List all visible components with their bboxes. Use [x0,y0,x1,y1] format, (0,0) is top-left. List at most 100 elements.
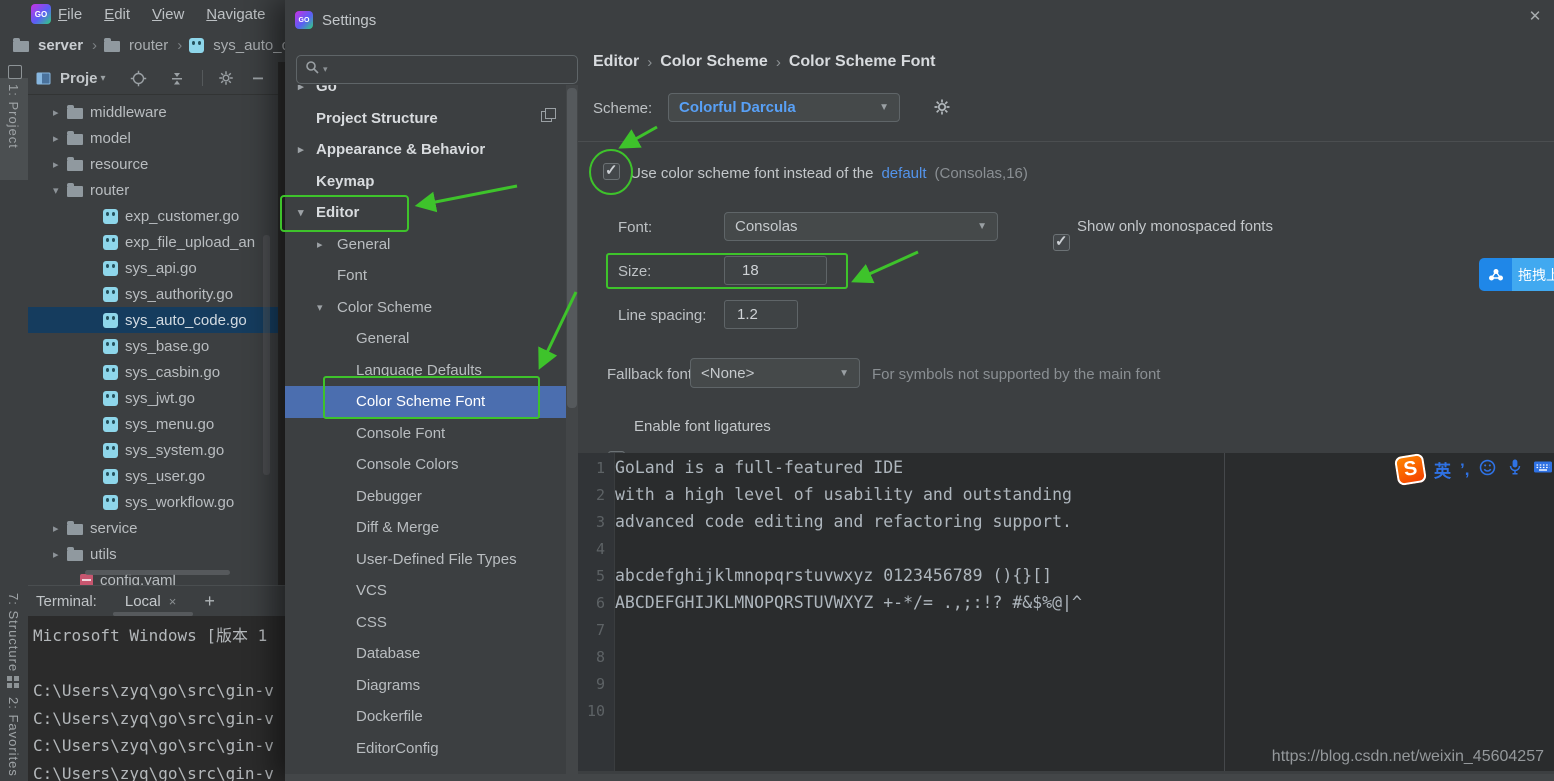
project-tree-item[interactable]: sys_casbin.go [28,359,278,385]
tool-stripe-favorites[interactable]: 2: Favorites [6,697,21,777]
fallback-font-select[interactable]: <None> ▼ [690,358,860,388]
gear-icon[interactable] [215,67,237,89]
chevron-right-icon[interactable]: ▸ [53,158,67,171]
settings-tree-scrollbar-thumb[interactable] [567,88,577,408]
project-tree-item[interactable]: sys_api.go [28,255,278,281]
settings-tree-item-css[interactable]: CSS [285,607,578,639]
font-preview-area[interactable]: 1GoLand is a full-featured IDE2with a hi… [578,453,1554,771]
default-link[interactable]: default [881,165,926,182]
keyboard-icon[interactable] [1533,459,1553,480]
ime-punctuation-icon[interactable]: ’, [1460,460,1469,480]
settings-tree-item-console-font[interactable]: Console Font [285,418,578,450]
settings-tree-item-diff-merge[interactable]: Diff & Merge [285,512,578,544]
folder-icon [67,550,83,561]
settings-tree-item-color-scheme-font[interactable]: Color Scheme Font [285,386,578,418]
settings-tree-item-vcs[interactable]: VCS [285,575,578,607]
settings-tree-item-appearance-behavior[interactable]: ▸Appearance & Behavior [285,134,578,166]
goland-logo-icon: GO [31,4,51,24]
breadcrumb-item[interactable]: router [129,37,168,54]
settings-tree-item-console-colors[interactable]: Console Colors [285,449,578,481]
project-tree-item[interactable]: ▸model [28,125,278,151]
chevron-right-icon[interactable]: ▸ [53,522,67,535]
settings-tree-item-editorconfig[interactable]: EditorConfig [285,733,578,765]
project-tree-item[interactable]: sys_base.go [28,333,278,359]
vertical-scrollbar[interactable] [263,235,270,475]
settings-tree-item-keymap[interactable]: Keymap [285,166,578,198]
project-tree-item[interactable]: sys_system.go [28,437,278,463]
collapse-all-icon[interactable] [166,67,188,89]
settings-tree-item-color-scheme[interactable]: ▾Color Scheme [285,292,578,324]
project-tree-item[interactable]: ▸utils [28,541,278,567]
settings-tree-item-language-defaults[interactable]: Language Defaults [285,355,578,387]
breadcrumb-item[interactable]: server [38,37,83,54]
terminal-tab-local[interactable]: Local [125,593,161,610]
settings-tree-item-diagrams[interactable]: Diagrams [285,670,578,702]
mic-icon[interactable] [1506,458,1524,481]
tool-stripe-structure[interactable]: 7: Structure [6,593,21,672]
project-tree-item[interactable]: ▸middleware [28,99,278,125]
add-terminal-button[interactable]: + [204,591,215,612]
monospace-only-checkbox[interactable] [1053,234,1070,251]
folder-icon [67,134,83,145]
chevron-down-icon[interactable]: ▾ [298,206,312,219]
chevron-down-icon[interactable]: ▾ [53,184,67,197]
project-tree-item[interactable]: ▾router [28,177,278,203]
terminal-scrollbar[interactable] [113,612,193,616]
settings-tree-item-dockerfile[interactable]: Dockerfile [285,701,578,733]
chevron-right-icon[interactable]: ▸ [53,132,67,145]
smiley-icon[interactable] [1478,458,1497,482]
locate-file-icon[interactable] [128,67,150,89]
project-tree-item[interactable]: sys_jwt.go [28,385,278,411]
menu-item-file[interactable]: File [58,6,82,23]
chevron-right-icon[interactable]: ▸ [298,85,312,93]
scheme-select[interactable]: Colorful Darcula ▼ [668,93,900,122]
settings-tree-item-go[interactable]: ▸Go [285,85,578,103]
settings-tree-item-general[interactable]: ▸General [285,229,578,261]
terminal-output[interactable]: Microsoft Windows [版本 1C:\Users\zyq\go\s… [28,616,290,781]
project-tree-item[interactable]: sys_auto_code.go [28,307,278,333]
close-dialog-button[interactable]: ✕ [1524,5,1546,27]
chevron-right-icon[interactable]: ▸ [317,238,331,251]
chevron-right-icon[interactable]: ▸ [53,548,67,561]
ime-language-mode[interactable]: 英 [1434,457,1451,482]
menu-item-edit[interactable]: Edit [104,6,130,23]
settings-item-label: Console Colors [356,456,459,473]
project-tree-item[interactable]: sys_authority.go [28,281,278,307]
netdisk-upload-badge[interactable]: 拖拽上 [1479,258,1554,291]
close-icon[interactable]: × [169,594,177,609]
project-tree-item[interactable]: ▸resource [28,151,278,177]
tool-stripe-project[interactable]: 1: Project [6,84,21,149]
chevron-down-icon[interactable]: ▾ [317,301,331,314]
settings-search-box[interactable]: ▾ [296,55,578,84]
settings-tree-item-font[interactable]: Font [285,260,578,292]
line-spacing-input[interactable]: 1.2 [724,300,798,329]
horizontal-scrollbar[interactable] [85,570,230,575]
project-panel-title[interactable]: Proje [60,70,98,87]
project-tree-item[interactable]: ▸service [28,515,278,541]
chevron-right-icon[interactable]: ▸ [298,143,312,156]
search-input[interactable] [331,61,535,79]
breadcrumb-item[interactable]: sys_auto_c [213,37,285,54]
project-tree-item[interactable]: exp_file_upload_an [28,229,278,255]
settings-tree-item-user-defined-file-types[interactable]: User-Defined File Types [285,544,578,576]
project-tree-item[interactable]: exp_customer.go [28,203,278,229]
size-input[interactable]: 18 [724,256,827,285]
scheme-gear-icon[interactable] [932,97,952,122]
hide-panel-icon[interactable] [247,67,269,89]
use-scheme-font-checkbox[interactable] [603,163,620,180]
fallback-font-value: <None> [701,365,754,382]
project-tree-item[interactable]: sys_menu.go [28,411,278,437]
project-tree-item[interactable]: sys_workflow.go [28,489,278,515]
project-tree-item[interactable]: sys_user.go [28,463,278,489]
menu-item-navigate[interactable]: Navigate [206,6,265,23]
settings-tree-item-editor[interactable]: ▾Editor [285,197,578,229]
menu-item-view[interactable]: View [152,6,184,23]
sogou-logo-icon[interactable]: S [1394,453,1427,486]
chevron-right-icon[interactable]: ▸ [53,106,67,119]
settings-tree-item-project-structure[interactable]: Project Structure [285,103,578,135]
settings-tree-item-general[interactable]: General [285,323,578,355]
settings-tree-item-debugger[interactable]: Debugger [285,481,578,513]
font-select[interactable]: Consolas ▼ [724,212,998,241]
settings-tree-item-database[interactable]: Database [285,638,578,670]
ime-toolbar[interactable]: S 英 ’, [1396,455,1554,484]
